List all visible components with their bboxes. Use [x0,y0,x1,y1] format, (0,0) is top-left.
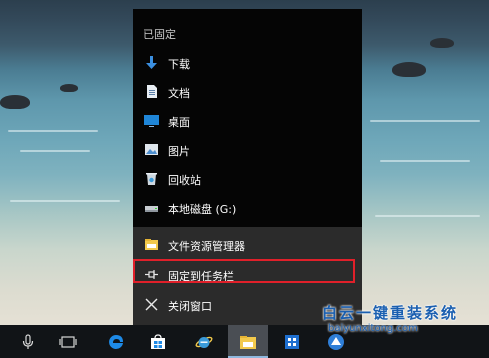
wave [8,130,98,132]
wave [375,215,480,217]
wave [10,200,120,202]
jump-list-item-label: 图片 [168,145,190,158]
jump-list-item-recycle-bin[interactable]: 回收站 [133,165,362,193]
taskbar-button-task-view[interactable] [48,325,88,358]
taskbar-button-file-explorer[interactable] [228,325,268,358]
wave [370,120,480,122]
jump-list-item-desktop[interactable]: 桌面 [133,107,362,135]
edge-icon [109,335,123,349]
jump-list-item-downloads[interactable]: 下载 [133,49,362,77]
jump-list-item-label: 关闭窗口 [168,300,212,313]
download-icon [146,56,157,69]
close-icon [145,298,158,311]
taskbar-button-edge[interactable] [96,325,136,358]
taskbar-button-store[interactable] [138,325,178,358]
local-disk-icon [145,206,158,212]
rock [0,95,30,109]
file-explorer-icon [240,336,256,349]
file-explorer-icon [145,239,158,250]
jump-list: 已固定 下载 文档 桌面 图片 回收站 本地磁盘 (G:) 文件资源管理器 固定… [133,9,362,325]
jump-list-item-pictures[interactable]: 图片 [133,136,362,164]
microphone-icon [22,334,34,349]
jump-list-item-documents[interactable]: 文档 [133,78,362,106]
jump-list-item-local-disk[interactable]: 本地磁盘 (G:) [133,194,362,222]
jump-list-item-label: 文件资源管理器 [168,240,245,253]
pictures-icon [145,144,158,155]
watermark-title: 白云一键重装系统 [322,304,459,322]
task-view-icon [59,336,77,348]
jump-list-item-label: 文档 [168,87,190,100]
highlight-box [133,259,355,283]
watermark-url: baiyunxitong.com [328,323,418,334]
store-icon [151,334,165,349]
recycle-bin-icon [146,173,157,185]
taskbar-button-internet-explorer[interactable] [184,325,224,358]
rock [392,62,426,77]
documents-icon [147,85,157,98]
watermark: 白云一键重装系统 baiyunxitong.com [322,302,458,334]
jump-list-item-label: 回收站 [168,174,201,187]
jump-list-item-label: 下载 [168,58,190,71]
desktop-icon [144,115,159,127]
app-icon [285,335,299,349]
pinned-section-title: 已固定 [143,28,176,41]
browser-icon [328,334,344,350]
internet-explorer-icon [195,336,213,348]
rock [60,84,78,92]
wave [380,160,470,162]
jump-list-item-file-explorer[interactable]: 文件资源管理器 [133,231,362,259]
wave [20,150,90,152]
jump-list-item-label: 桌面 [168,116,190,129]
taskbar-button-microphone[interactable] [8,325,48,358]
jump-list-item-label: 本地磁盘 (G:) [168,203,237,216]
taskbar-button-app[interactable] [272,325,312,358]
rock [430,38,454,48]
